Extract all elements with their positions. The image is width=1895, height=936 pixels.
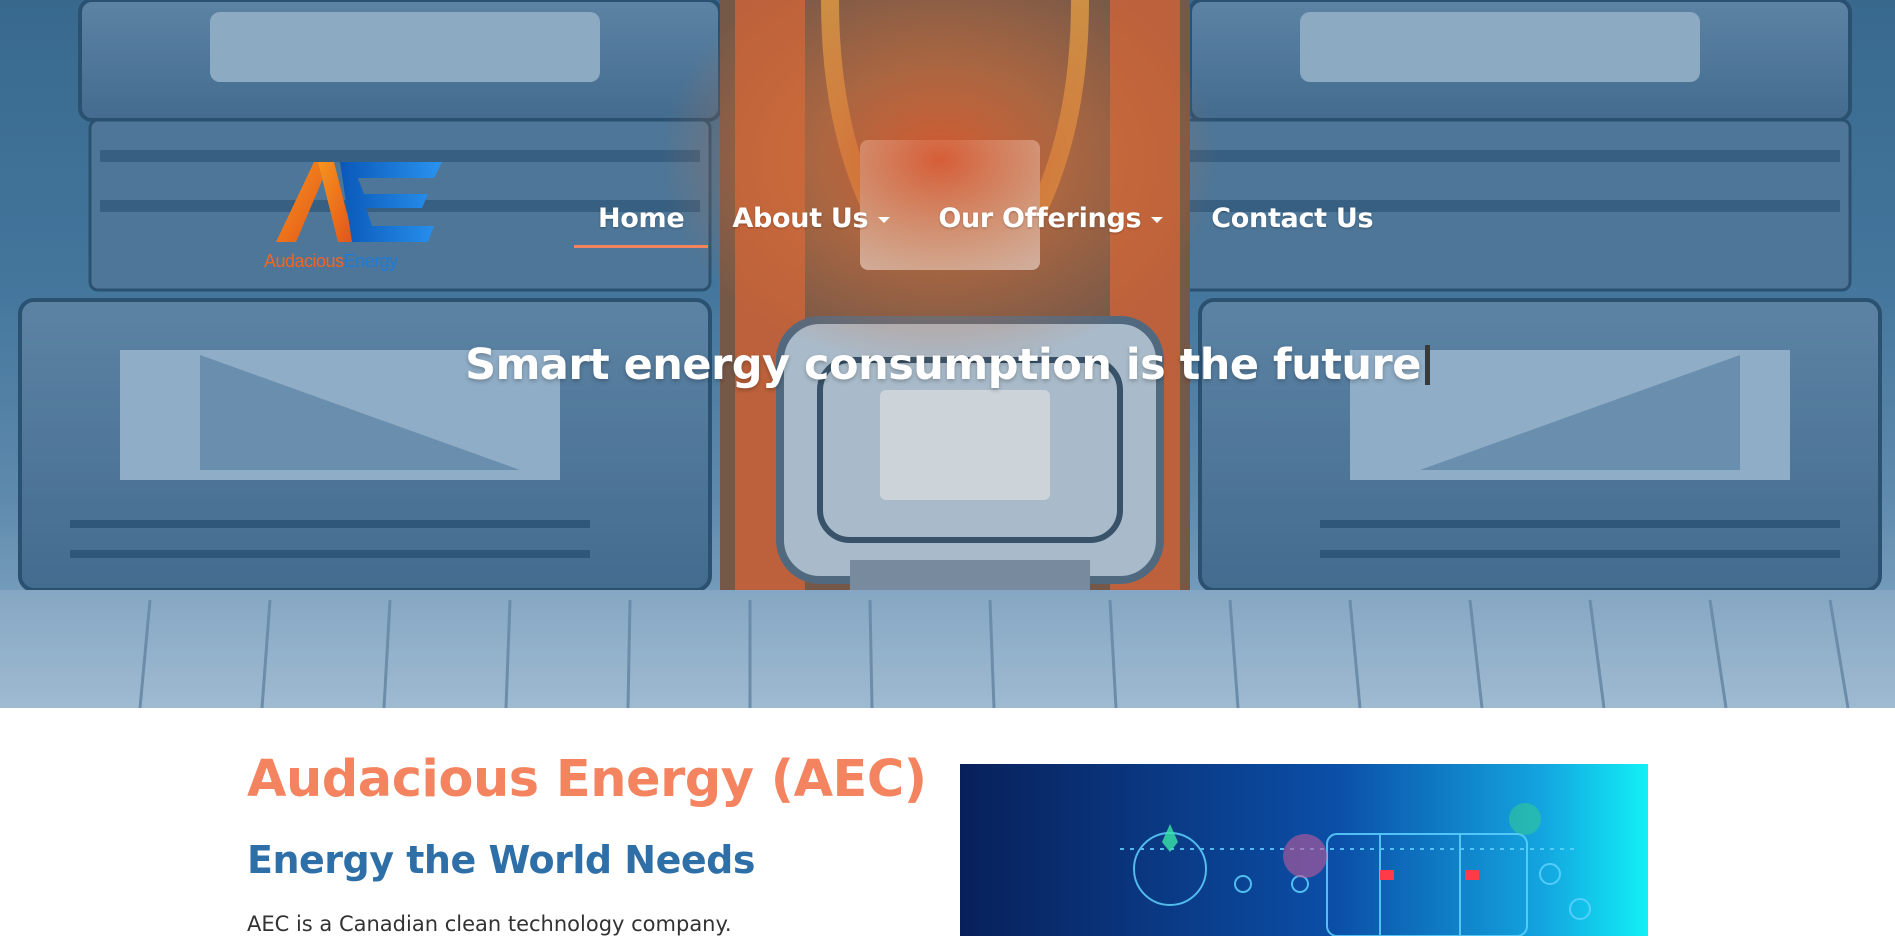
nav-item-offerings-label: Our Offerings (938, 203, 1142, 234)
logo-wordmark: AudaciousEnergy (264, 251, 398, 272)
chevron-down-icon (878, 217, 891, 223)
nav-item-about[interactable]: About Us (708, 203, 914, 234)
company-tagline: Energy the World Needs (247, 838, 755, 882)
hero-headline-text: Smart energy consumption is the future (465, 340, 1421, 390)
hero-headline: Smart energy consumption is the future (0, 340, 1895, 390)
nav-item-offerings[interactable]: Our Offerings (914, 203, 1187, 234)
main-nav: Home About Us Our Offerings Contact Us (574, 203, 1397, 248)
chevron-down-icon (1151, 217, 1164, 223)
nav-item-contact[interactable]: Contact Us (1187, 203, 1397, 234)
logo-wordmark-part2: Energy (343, 251, 399, 271)
company-title: Audacious Energy (AEC) (247, 750, 927, 809)
company-description: AEC is a Canadian clean technology compa… (247, 912, 732, 936)
typing-cursor (1424, 345, 1430, 385)
nav-item-about-label: About Us (732, 203, 869, 234)
nav-item-home[interactable]: Home (574, 203, 709, 248)
nav-item-home-label: Home (598, 203, 685, 234)
logo-wordmark-part1: Audacious (264, 251, 344, 271)
nav-item-contact-label: Contact Us (1211, 203, 1374, 234)
hero-banner: AudaciousEnergy Home About Us Our Offeri… (0, 0, 1895, 708)
smart-home-illustration (960, 764, 1648, 936)
